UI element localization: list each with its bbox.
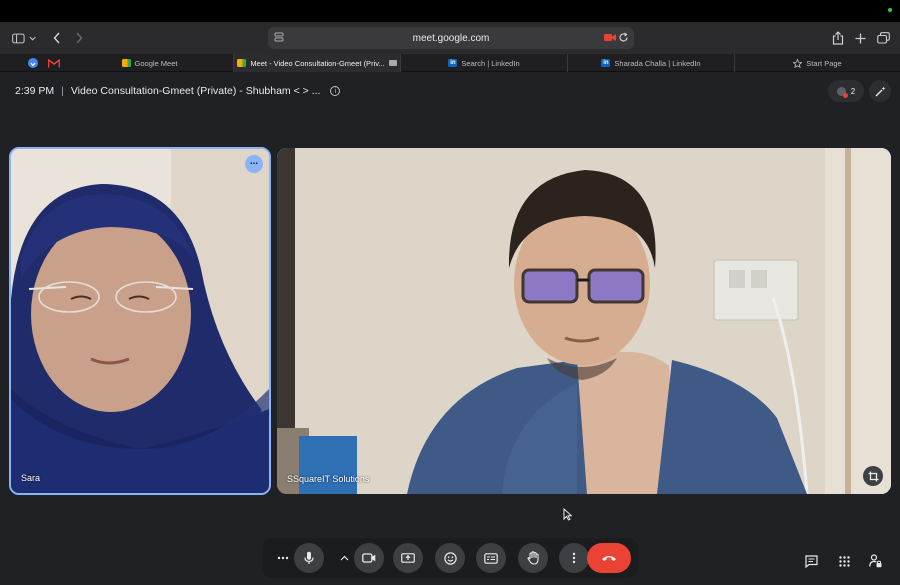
meet-window: 2:39 PM | Video Consultation-Gmeet (Priv… xyxy=(0,72,900,585)
chevron-right-icon xyxy=(76,32,83,44)
chevron-down-icon xyxy=(29,36,36,41)
tab-meet-consultation[interactable]: Meet - Video Consultation-Gmeet (Priv... xyxy=(234,54,401,72)
back-button[interactable] xyxy=(50,28,64,48)
effects-button[interactable] xyxy=(869,80,891,102)
host-controls-button[interactable] xyxy=(864,550,886,572)
closed-captions-icon xyxy=(484,552,498,564)
camera-options-button[interactable] xyxy=(335,543,353,573)
share-button[interactable] xyxy=(830,28,846,48)
more-horizontal-icon xyxy=(277,556,289,560)
meeting-title: Video Consultation-Gmeet (Private) - Shu… xyxy=(70,85,321,97)
tab-overview-button[interactable] xyxy=(875,28,891,48)
present-screen-icon xyxy=(401,552,415,563)
present-screen-button[interactable] xyxy=(393,543,423,573)
mouse-cursor-icon xyxy=(563,508,572,521)
microphone-button[interactable] xyxy=(294,543,324,573)
camera-button[interactable] xyxy=(354,543,384,573)
lock-person-icon xyxy=(868,554,881,568)
tab-overview-icon xyxy=(876,32,890,44)
chevron-left-icon xyxy=(53,32,60,44)
tab-bar: Google Meet Meet - Video Consultation-Gm… xyxy=(0,54,900,72)
chat-icon xyxy=(804,554,818,568)
plus-icon xyxy=(855,33,865,43)
call-controls-bar xyxy=(262,538,638,578)
page-settings-icon xyxy=(274,32,284,42)
address-bar[interactable]: meet.google.com xyxy=(268,27,634,49)
browser-toolbar: meet.google.com xyxy=(0,22,900,54)
tab-start-page[interactable]: Start Page xyxy=(735,54,900,72)
magic-wand-icon xyxy=(875,86,885,96)
google-meet-icon xyxy=(121,59,131,67)
meeting-header: 2:39 PM | Video Consultation-Gmeet (Priv… xyxy=(15,84,341,98)
tab-google-meet[interactable]: Google Meet xyxy=(66,54,234,72)
more-options-button[interactable]: ... xyxy=(245,155,263,173)
header-separator: | xyxy=(61,85,64,97)
participant-tile-sara[interactable]: ... Sara xyxy=(9,147,271,495)
participants-button[interactable]: 2 xyxy=(828,80,864,102)
hand-icon xyxy=(526,551,539,565)
captions-button[interactable] xyxy=(476,543,506,573)
participant-tile-main[interactable]: SSquareIT Solutions xyxy=(277,148,891,494)
share-icon xyxy=(832,31,844,45)
google-meet-icon xyxy=(237,59,247,67)
more-devices-button[interactable] xyxy=(274,543,292,573)
linkedin-icon: in xyxy=(601,59,611,67)
sidebar-icon xyxy=(12,33,25,43)
tab-linkedin-search[interactable]: in Search | LinkedIn xyxy=(401,54,568,72)
participant-video-sara xyxy=(11,149,269,493)
camera-in-use-icon[interactable] xyxy=(604,33,616,42)
frame-icon xyxy=(868,471,878,481)
system-top-strip xyxy=(0,0,900,22)
more-options-call-button[interactable] xyxy=(559,543,589,573)
reactions-button[interactable] xyxy=(435,543,465,573)
sidebar-toggle-button[interactable] xyxy=(12,28,36,48)
new-tab-button[interactable] xyxy=(852,28,868,48)
chat-button[interactable] xyxy=(800,550,822,572)
star-icon xyxy=(793,58,803,68)
pinned-site-icon xyxy=(28,58,38,68)
reload-icon[interactable] xyxy=(618,32,629,43)
participant-video-main xyxy=(277,148,891,494)
forward-button[interactable] xyxy=(72,28,86,48)
participant-name-sara: Sara xyxy=(21,473,41,483)
status-dot xyxy=(888,8,892,12)
hang-up-icon xyxy=(602,556,616,561)
gmail-icon xyxy=(48,58,60,67)
meeting-info-icon[interactable]: i xyxy=(330,86,341,96)
linkedin-icon: in xyxy=(448,59,458,67)
video-camera-icon xyxy=(362,553,376,563)
raise-hand-button[interactable] xyxy=(518,543,548,573)
leave-call-button[interactable] xyxy=(587,543,631,573)
meeting-time: 2:39 PM xyxy=(15,85,55,97)
pin-tile-button[interactable] xyxy=(863,466,883,486)
tab-linkedin-profile[interactable]: in Sharada Challa | LinkedIn xyxy=(568,54,735,72)
microphone-icon xyxy=(304,551,314,564)
more-vertical-icon xyxy=(572,552,576,564)
people-icon xyxy=(836,86,848,98)
participant-count: 2 xyxy=(850,86,856,96)
camera-active-icon xyxy=(388,60,397,66)
activities-button[interactable] xyxy=(833,550,855,572)
pinned-tab-1[interactable] xyxy=(27,57,39,69)
apps-grid-icon xyxy=(838,555,850,567)
participant-name-main: SSquareIT Solutions xyxy=(287,474,370,484)
emoji-icon xyxy=(443,551,457,565)
chevron-up-icon xyxy=(340,555,348,561)
pinned-tab-gmail[interactable] xyxy=(48,57,60,69)
url-text: meet.google.com xyxy=(412,32,490,44)
